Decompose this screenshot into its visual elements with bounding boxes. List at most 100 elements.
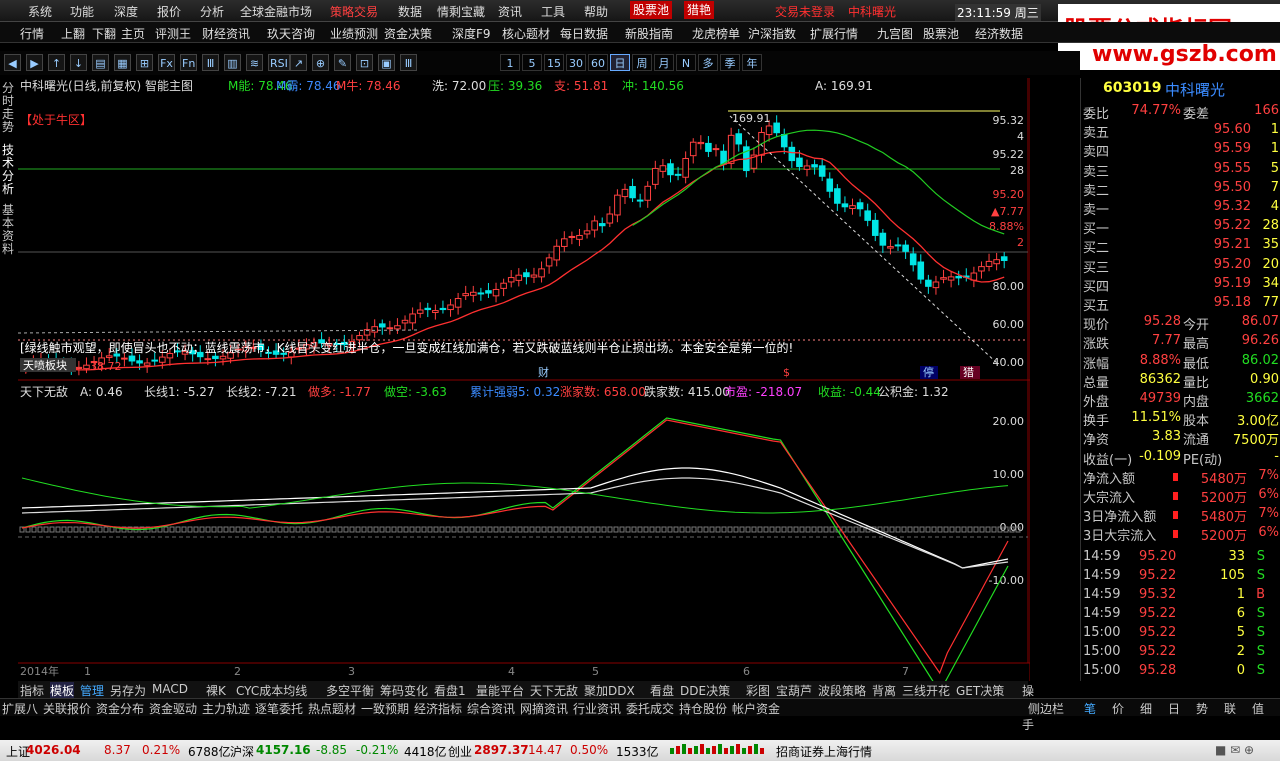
menu-item-10[interactable]: 工具 (541, 3, 565, 20)
chart-tool-icon-5[interactable]: ▦ (114, 54, 131, 71)
period-周[interactable]: 周 (632, 54, 652, 71)
info-tab-5[interactable]: 逐笔委托 (255, 700, 303, 717)
left-tab-2[interactable]: 基本资料 (2, 204, 16, 256)
toolbar1-item-5[interactable]: 财经资讯 (202, 25, 250, 42)
info-tab-6[interactable]: 热点题材 (308, 700, 356, 717)
indicator-tab-9[interactable]: 看盘1 (434, 682, 466, 699)
chart-tool-icon-9[interactable]: Ⅲ (202, 54, 219, 71)
info-tab-12[interactable]: 委托成交 (626, 700, 674, 717)
indicator-tab-17[interactable]: 波段策略 (818, 682, 866, 699)
menu-item-11[interactable]: 帮助 (584, 3, 608, 20)
info-tab-7[interactable]: 一致预期 (361, 700, 409, 717)
info-tab-2[interactable]: 资金分布 (96, 700, 144, 717)
period-季[interactable]: 季 (720, 54, 740, 71)
info-tab-4[interactable]: 主力轨迹 (202, 700, 250, 717)
right-tab-2[interactable]: 细 (1140, 700, 1152, 717)
indicator-tab-2[interactable]: 管理 (80, 682, 104, 699)
info-tab-0[interactable]: 扩展八 (2, 700, 38, 717)
toolbar1-item-18[interactable]: 经济数据 (975, 25, 1023, 42)
chart-tool-icon-6[interactable]: ⊞ (136, 54, 153, 71)
menu-item-12[interactable]: 股票池 (630, 1, 673, 19)
period-30[interactable]: 30 (566, 54, 586, 71)
indicator-tab-8[interactable]: 筹码变化 (380, 682, 428, 699)
chart-tool-icon-7[interactable]: Fx (158, 54, 175, 71)
indicator-tab-5[interactable]: 裸K (206, 682, 226, 699)
toolbar1-item-3[interactable]: 主页 (121, 25, 145, 42)
chart-tool-icon-17[interactable]: ▣ (378, 54, 395, 71)
period-多[interactable]: 多 (698, 54, 718, 71)
chart-tool-icon-1[interactable]: ▶ (26, 54, 43, 71)
indicator-tab-0[interactable]: 指标 (20, 682, 44, 699)
menu-item-5[interactable]: 全球金融市场 (240, 3, 312, 20)
kline-chart[interactable]: 中科曙光(日线,前复权) 智能主图 M能: 78.46M霸: 78.46M牛: 7… (18, 78, 1030, 681)
menu-item-13[interactable]: 猎艳 (684, 1, 715, 19)
chart-tool-icon-10[interactable]: ▥ (224, 54, 241, 71)
indicator-tab-7[interactable]: 多空平衡 (326, 682, 374, 699)
period-1[interactable]: 1 (500, 54, 520, 71)
side-panel-toggle[interactable]: 侧边栏 (1028, 700, 1064, 717)
right-tab-0[interactable]: 笔 (1084, 700, 1096, 717)
period-60[interactable]: 60 (588, 54, 608, 71)
indicator-tab-13[interactable]: 看盘 (650, 682, 674, 699)
period-日[interactable]: 日 (610, 54, 630, 71)
indicator-tab-20[interactable]: GET决策 (956, 682, 1004, 699)
menu-item-3[interactable]: 报价 (157, 3, 181, 20)
menu-item-2[interactable]: 深度 (114, 3, 138, 20)
info-tab-13[interactable]: 持仓股份 (679, 700, 727, 717)
period-月[interactable]: 月 (654, 54, 674, 71)
menu-item-7[interactable]: 数据 (398, 3, 422, 20)
chart-tool-icon-8[interactable]: Fn (180, 54, 198, 71)
toolbar1-item-14[interactable]: 沪深指数 (748, 25, 796, 42)
info-tab-9[interactable]: 综合资讯 (467, 700, 515, 717)
info-tab-1[interactable]: 关联报价 (43, 700, 91, 717)
toolbar1-item-15[interactable]: 扩展行情 (810, 25, 858, 42)
period-15[interactable]: 15 (544, 54, 564, 71)
chart-tool-icon-12[interactable]: RSI (268, 54, 290, 71)
left-tab-1[interactable]: 技术分析 (2, 144, 16, 196)
info-tab-14[interactable]: 帐户资金 (732, 700, 780, 717)
info-tab-8[interactable]: 经济指标 (414, 700, 462, 717)
toolbar1-item-7[interactable]: 业绩预测 (330, 25, 378, 42)
menu-item-14[interactable]: 交易未登录 (775, 3, 835, 20)
indicator-tab-3[interactable]: 另存为 (110, 682, 146, 699)
chart-tool-icon-15[interactable]: ✎ (334, 54, 351, 71)
toolbar1-item-1[interactable]: 上翻 (61, 25, 85, 42)
indicator-tab-10[interactable]: 量能平台 (476, 682, 524, 699)
indicator-tab-19[interactable]: 三线开花 (902, 682, 950, 699)
menu-item-9[interactable]: 资讯 (498, 3, 522, 20)
indicator-tab-11[interactable]: 天下无敌 (530, 682, 578, 699)
menu-item-6[interactable]: 策略交易 (330, 3, 378, 20)
period-5[interactable]: 5 (522, 54, 542, 71)
indicator-tab-12[interactable]: 聚加DDX (584, 682, 635, 699)
right-tab-4[interactable]: 势 (1196, 700, 1208, 717)
menu-item-0[interactable]: 系统 (28, 3, 52, 20)
chart-tool-icon-11[interactable]: ≋ (246, 54, 263, 71)
info-tab-10[interactable]: 网摘资讯 (520, 700, 568, 717)
indicator-tab-6[interactable]: CYC成本均线 (236, 682, 307, 699)
chart-tool-icon-18[interactable]: Ⅲ (400, 54, 417, 71)
chart-tool-icon-13[interactable]: ↗ (290, 54, 307, 71)
indicator-tab-15[interactable]: 彩图 (746, 682, 770, 699)
right-tab-1[interactable]: 价 (1112, 700, 1124, 717)
chart-tool-icon-3[interactable]: ↓ (70, 54, 87, 71)
menu-item-1[interactable]: 功能 (70, 3, 94, 20)
period-N[interactable]: N (676, 54, 696, 71)
chart-tool-icon-2[interactable]: ↑ (48, 54, 65, 71)
chart-tool-icon-14[interactable]: ⊕ (312, 54, 329, 71)
right-tab-3[interactable]: 日 (1168, 700, 1180, 717)
toolbar1-item-13[interactable]: 龙虎榜单 (692, 25, 740, 42)
left-tab-0[interactable]: 分时走势 (2, 82, 16, 134)
toolbar1-item-4[interactable]: 评测王 (155, 25, 191, 42)
toolbar1-item-17[interactable]: 股票池 (923, 25, 959, 42)
toolbar1-item-10[interactable]: 核心题材 (502, 25, 550, 42)
menu-item-8[interactable]: 情剩宝藏 (437, 3, 485, 20)
toolbar1-item-12[interactable]: 新股指南 (625, 25, 673, 42)
chart-tool-icon-16[interactable]: ⊡ (356, 54, 373, 71)
toolbar1-item-16[interactable]: 九宫图 (877, 25, 913, 42)
right-tab-6[interactable]: 值 (1252, 700, 1264, 717)
menu-item-15[interactable]: 中科曙光 (848, 3, 896, 20)
indicator-tab-14[interactable]: DDE决策 (680, 682, 730, 699)
chart-tool-icon-0[interactable]: ◀ (4, 54, 21, 71)
indicator-tab-1[interactable]: 模板 (50, 682, 75, 699)
info-tab-11[interactable]: 行业资讯 (573, 700, 621, 717)
